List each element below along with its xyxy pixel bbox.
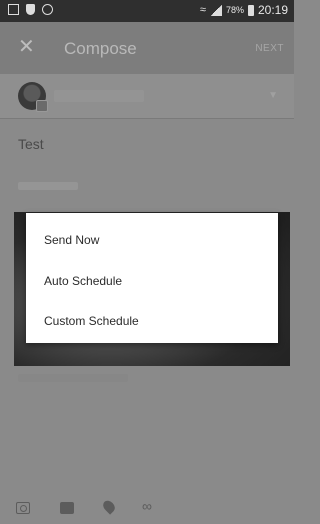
send-options-menu: Send Now Auto Schedule Custom Schedule — [26, 213, 278, 343]
system-icons: ≈ 78% 20:19 — [200, 3, 288, 17]
faded-text — [18, 182, 78, 190]
menu-item-custom-schedule[interactable]: Custom Schedule — [44, 314, 139, 328]
clock: 20:19 — [257, 3, 288, 17]
camera-icon[interactable] — [16, 502, 30, 514]
notification-icons — [8, 4, 53, 15]
battery-percent: 78% — [225, 5, 244, 15]
menu-item-auto-schedule[interactable]: Auto Schedule — [44, 274, 122, 288]
menu-item-send-now[interactable]: Send Now — [44, 233, 99, 247]
bottom-toolbar: ∞ — [0, 492, 294, 524]
gallery-icon[interactable] — [60, 502, 74, 514]
status-bar: ≈ 78% 20:19 — [0, 0, 294, 22]
next-button[interactable]: NEXT — [255, 43, 284, 54]
network-badge-icon — [36, 100, 48, 112]
faded-caption — [18, 374, 128, 382]
account-name — [54, 90, 144, 102]
app-bar: ✕ Compose NEXT — [0, 22, 294, 74]
close-icon[interactable]: ✕ — [18, 36, 35, 58]
avatar — [18, 82, 48, 112]
signal-icon — [209, 4, 222, 16]
battery-icon — [247, 4, 254, 16]
image-notification-icon — [8, 4, 19, 15]
instagram-notification-icon — [42, 4, 53, 15]
account-selector[interactable]: ▼ — [0, 74, 294, 119]
post-text-input[interactable]: Test — [18, 136, 44, 152]
location-icon[interactable] — [100, 498, 118, 515]
chevron-down-icon[interactable]: ▼ — [268, 90, 278, 101]
shield-notification-icon — [26, 4, 35, 15]
page-title: Compose — [64, 39, 137, 58]
wifi-icon: ≈ — [199, 4, 206, 16]
link-icon[interactable]: ∞ — [142, 498, 152, 514]
